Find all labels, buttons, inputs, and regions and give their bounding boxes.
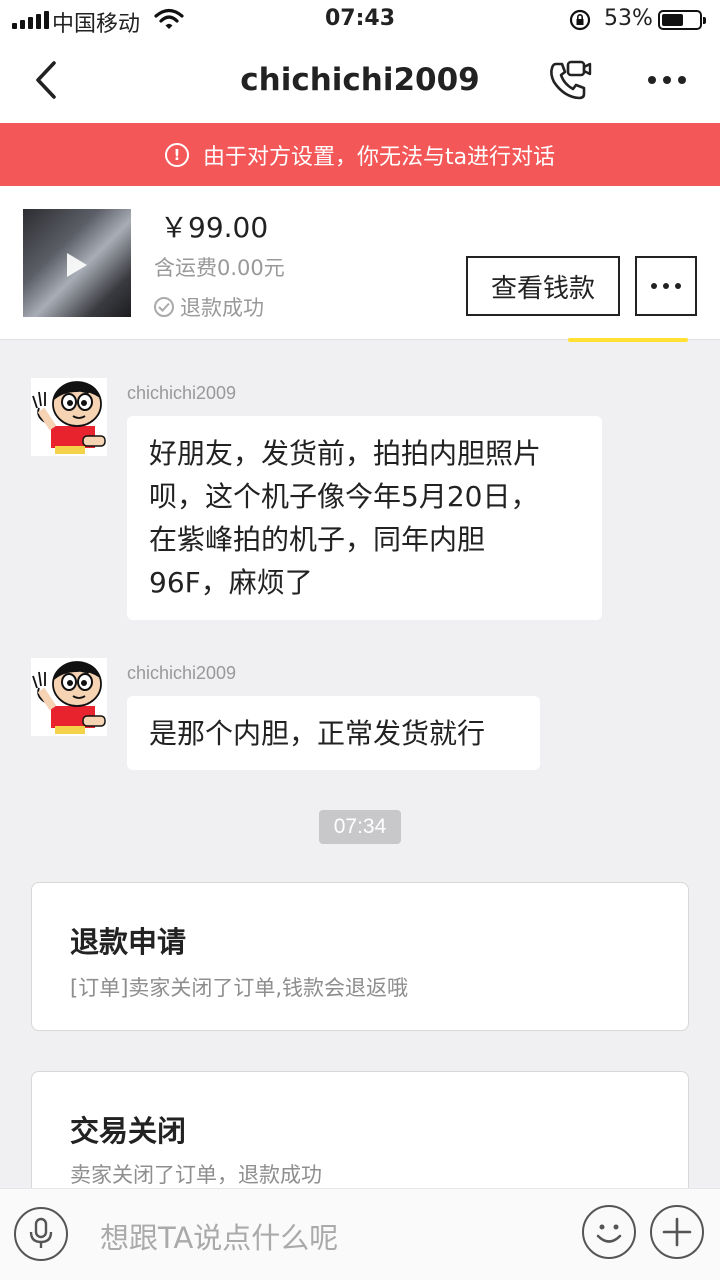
chat-title: chichichi2009 xyxy=(240,62,480,98)
product-price: ￥99.00 xyxy=(160,211,269,244)
message-line: 是那个内胆，正常发货就行 xyxy=(149,717,486,750)
chat-header: chichichi2009 xyxy=(0,40,720,123)
product-card: ￥99.00 含运费0.00元 退款成功 查看钱款 xyxy=(0,186,720,340)
restriction-banner: ! 由于对方设置，你无法与ta进行对话 xyxy=(0,123,720,186)
play-icon xyxy=(67,253,87,277)
message-input[interactable]: 想跟TA说点什么呢 xyxy=(100,1215,338,1257)
rotation-lock-icon xyxy=(568,8,592,38)
view-payment-button[interactable]: 查看钱款 xyxy=(466,256,620,316)
microphone-icon[interactable] xyxy=(14,1207,68,1261)
product-more-button[interactable] xyxy=(635,256,697,316)
banner-text: 由于对方设置，你无法与ta进行对话 xyxy=(202,144,556,170)
message-line: 在紫峰拍的机子，同年内胆 xyxy=(149,523,486,556)
refund-status-text: 退款成功 xyxy=(180,296,264,320)
add-icon[interactable] xyxy=(650,1205,704,1259)
message-bubble[interactable]: 是那个内胆，正常发货就行 xyxy=(127,696,540,770)
refund-status: 退款成功 xyxy=(154,292,264,322)
product-thumbnail[interactable] xyxy=(23,209,131,317)
video-call-icon[interactable] xyxy=(546,58,594,108)
yellow-indicator xyxy=(568,338,688,342)
refund-request-card[interactable]: 退款申请 [订单]卖家关闭了订单,钱款会退返哦 xyxy=(31,882,689,1031)
card-title: 退款申请 xyxy=(70,925,187,959)
battery-percent: 53% xyxy=(604,6,653,31)
message-line: 好朋友，发货前，拍拍内胆照片 xyxy=(149,437,542,470)
card-text: 卖家关闭了订单，退款成功 xyxy=(70,1163,322,1187)
card-title: 交易关闭 xyxy=(70,1114,187,1148)
avatar[interactable] xyxy=(31,378,107,456)
card-text: [订单]卖家关闭了订单,钱款会退返哦 xyxy=(70,976,409,1000)
message-line: 呗，这个机子像今年5月20日， xyxy=(149,480,539,513)
battery-icon xyxy=(658,10,706,30)
message-bubble[interactable]: 好朋友，发货前，拍拍内胆照片 呗，这个机子像今年5月20日， 在紫峰拍的机子，同… xyxy=(127,416,602,620)
message-sender: chichichi2009 xyxy=(127,663,237,683)
avatar[interactable] xyxy=(31,658,107,736)
info-icon: ! xyxy=(164,142,189,167)
timestamp: 07:34 xyxy=(319,810,401,844)
more-icon[interactable] xyxy=(648,76,686,84)
status-bar: 中国移动 07:43 53% xyxy=(0,0,720,40)
check-circle-icon xyxy=(154,297,174,317)
message-line: 96F，麻烦了 xyxy=(149,566,313,599)
emoji-icon[interactable] xyxy=(582,1205,636,1259)
message-sender: chichichi2009 xyxy=(127,383,237,403)
input-bar: 想跟TA说点什么呢 xyxy=(0,1188,720,1280)
shipping-fee: 含运费0.00元 xyxy=(154,256,285,280)
